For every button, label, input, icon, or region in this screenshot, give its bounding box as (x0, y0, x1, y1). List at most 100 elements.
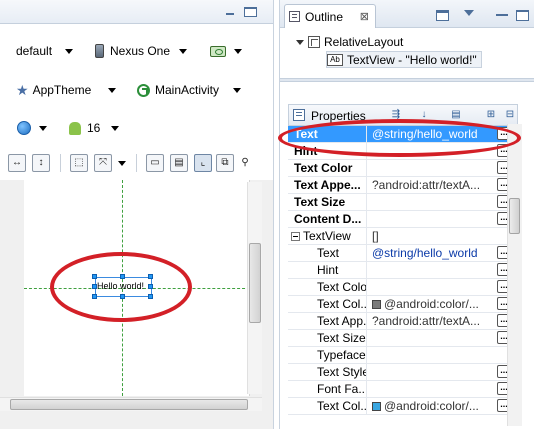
device-combo-label: Nexus One (110, 44, 171, 58)
property-value[interactable]: @string/hello_world (368, 245, 494, 261)
property-name: Text Style (288, 364, 367, 380)
configuration-combo-label: default (16, 44, 53, 58)
property-value[interactable] (368, 160, 494, 176)
toggle-fill-width-icon[interactable]: ↔ (8, 154, 26, 172)
property-name: Text Appe... (288, 177, 367, 193)
pane-splitter[interactable] (280, 78, 534, 82)
chevron-down-icon (65, 49, 73, 54)
toolbar-divider (136, 154, 137, 172)
canvas-horizontal-scroll-thumb[interactable] (10, 399, 248, 410)
emulate-real-size-icon[interactable]: ⌞ (194, 154, 212, 172)
property-row[interactable]: Text Size... (288, 330, 518, 347)
property-row[interactable]: Hint... (288, 262, 518, 279)
maximize-icon[interactable] (516, 10, 529, 21)
property-row[interactable]: Text Color... (288, 160, 518, 177)
properties-vertical-scrollbar[interactable] (507, 124, 522, 426)
layout-editor-pane: default Nexus One ★ AppTheme MainActivit… (0, 0, 274, 429)
property-value[interactable] (368, 364, 494, 380)
annotation-circle-text-property (278, 119, 521, 157)
view-menu-icon[interactable] (464, 10, 474, 16)
property-value[interactable]: @android:color/... (368, 296, 494, 312)
property-row[interactable]: Text Size... (288, 194, 518, 211)
property-value[interactable] (368, 194, 494, 210)
property-name: Text Col... (288, 296, 367, 312)
device-combo[interactable]: Nexus One (90, 40, 192, 62)
orientation-combo[interactable] (205, 40, 247, 62)
property-value[interactable] (368, 211, 494, 227)
property-value[interactable]: @android:color/... (368, 398, 494, 414)
chevron-down-icon (111, 126, 119, 131)
property-value[interactable]: [] (368, 228, 494, 244)
property-row[interactable]: Text Appe... ?android:attr/textA...... (288, 177, 518, 194)
tab-outline[interactable]: Outline ⊠ (284, 4, 376, 28)
maximize-icon[interactable] (244, 7, 257, 17)
outline-tab-bar: Outline ⊠ (280, 0, 534, 28)
relative-layout-icon (308, 35, 320, 48)
zoom-100-icon[interactable]: ▤ (170, 154, 188, 172)
toggle-fill-height-icon[interactable]: ↕ (32, 154, 50, 172)
property-name: Text Size (288, 194, 367, 210)
minimize-icon[interactable] (496, 14, 508, 16)
chevron-down-icon (108, 88, 116, 93)
property-value[interactable] (368, 279, 494, 295)
tree-item-textview[interactable]: Ab TextView - "Hello world!" (326, 51, 482, 68)
property-row[interactable]: Typeface (288, 347, 518, 364)
color-swatch-icon (372, 402, 381, 411)
property-row[interactable]: Font Fa...... (288, 381, 518, 398)
phone-icon (95, 44, 104, 58)
color-swatch-icon (372, 300, 381, 309)
activity-combo[interactable]: MainActivity (132, 79, 246, 101)
tree-expand-icon[interactable] (296, 40, 304, 45)
theme-combo[interactable]: ★ AppTheme (11, 79, 121, 101)
property-row[interactable]: TextView[] (288, 228, 518, 245)
collapse-view-icon[interactable] (436, 10, 449, 21)
chevron-down-icon[interactable] (118, 161, 126, 166)
property-row[interactable]: Text Col... @android:color/...... (288, 398, 518, 415)
property-row[interactable]: Text @string/hello_world... (288, 245, 518, 262)
property-value-text: ?android:attr/textA... (372, 314, 481, 328)
minimize-icon[interactable] (224, 7, 237, 17)
zoom-to-fit-icon[interactable]: ▭ (146, 154, 164, 172)
collapse-group-icon[interactable] (291, 232, 300, 241)
property-value[interactable] (368, 381, 494, 397)
api-level-combo-label: 16 (87, 121, 101, 135)
property-value[interactable] (368, 347, 494, 363)
property-row[interactable]: Text Color... (288, 279, 518, 296)
property-name: Text App... (288, 313, 367, 329)
property-row[interactable]: Text App...?android:attr/textA...... (288, 313, 518, 330)
property-value[interactable] (368, 262, 494, 278)
property-value[interactable] (368, 330, 494, 346)
chevron-down-icon (233, 88, 241, 93)
properties-scroll-thumb[interactable] (509, 198, 520, 234)
expand-all-icon[interactable]: ⊞ (484, 109, 498, 122)
api-level-combo[interactable]: 16 (64, 117, 124, 139)
property-name: Text Color (288, 279, 367, 295)
property-value[interactable]: ?android:attr/textA... (368, 177, 494, 193)
margins-icon[interactable]: ⬚ (70, 154, 88, 172)
properties-icon (293, 109, 305, 121)
outline-icon (289, 11, 300, 22)
property-row[interactable]: Content D...... (288, 211, 518, 228)
property-name: Typeface (288, 347, 367, 363)
tree-item-label: RelativeLayout (324, 34, 404, 49)
tab-outline-label: Outline (305, 9, 344, 24)
zoom-out-icon[interactable]: ⧉ (216, 154, 234, 172)
resize-icon[interactable]: ⤧ (94, 154, 112, 172)
android-icon (69, 121, 81, 135)
property-name: Text Color (288, 160, 367, 176)
close-icon[interactable]: ⊠ (360, 10, 369, 23)
property-value[interactable]: ?android:attr/textA... (368, 313, 494, 329)
canvas-vertical-scroll-thumb[interactable] (249, 243, 261, 323)
editor-top-bar (0, 0, 273, 24)
property-row[interactable]: Text Col... @android:color/...... (288, 296, 518, 313)
configuration-combo[interactable]: default (8, 40, 78, 62)
zoom-in-icon[interactable]: ⚲ (236, 154, 254, 172)
property-value-text: @string/hello_world (372, 246, 478, 260)
collapse-all-icon[interactable]: ⊟ (503, 109, 517, 122)
activity-icon (137, 83, 150, 97)
property-name: Text Size (288, 330, 367, 346)
tree-item-relativelayout[interactable]: RelativeLayout (308, 33, 403, 50)
locale-combo[interactable] (12, 117, 52, 139)
property-row[interactable]: Text Style... (288, 364, 518, 381)
chevron-down-icon (234, 49, 242, 54)
